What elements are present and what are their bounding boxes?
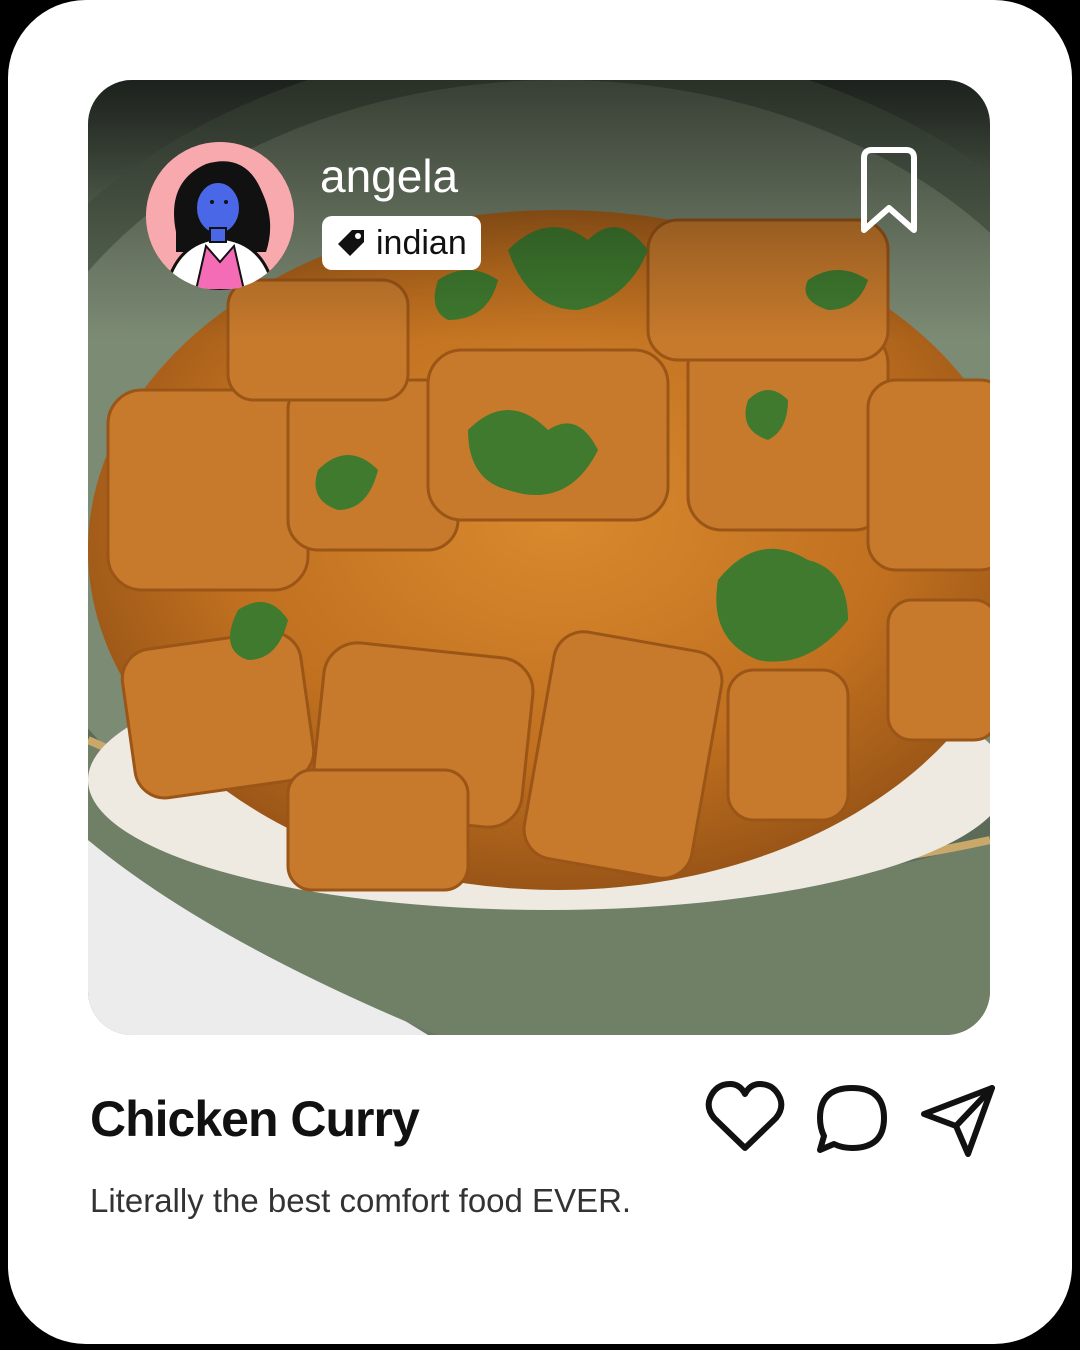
send-icon bbox=[921, 1085, 995, 1157]
like-button[interactable] bbox=[704, 1080, 786, 1154]
tag-label: indian bbox=[376, 223, 467, 262]
username[interactable]: angela bbox=[320, 148, 458, 204]
avatar[interactable] bbox=[146, 142, 294, 290]
share-button[interactable] bbox=[918, 1082, 998, 1160]
post-caption: Literally the best comfort food EVER. bbox=[90, 1182, 632, 1219]
category-tag[interactable]: indian bbox=[322, 216, 481, 270]
bookmark-icon bbox=[861, 147, 917, 233]
bookmark-button[interactable] bbox=[856, 146, 922, 236]
comment-icon bbox=[817, 1085, 887, 1153]
comment-button[interactable] bbox=[814, 1082, 890, 1156]
avatar-illustration bbox=[146, 142, 294, 290]
post-title: Chicken Curry bbox=[90, 1091, 420, 1147]
tag-icon bbox=[338, 230, 364, 256]
heart-icon bbox=[705, 1081, 785, 1151]
